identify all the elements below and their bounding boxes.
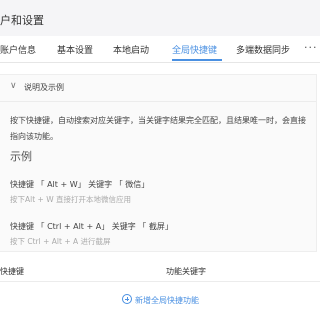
instructions-title: 说明及示例	[24, 83, 64, 92]
instructions-description: 按下快捷键，自动搜索对应关键字，当关键字结果完全匹配，且结果唯一时，会直接指向该…	[10, 116, 306, 141]
window-title: 户和设置	[0, 14, 44, 27]
example-2-subtitle: 按下 Ctrl + Alt + A 进行截屏	[10, 237, 111, 246]
tab-bar: 账户信息 基本设置 本地启动 全局快捷键 多端数据同步 ···	[0, 36, 320, 63]
example-1-subtitle: 按下Alt + W 直接打开本地微信应用	[10, 195, 132, 204]
tab-account-info[interactable]: 账户信息	[0, 43, 36, 56]
more-horizontal-icon[interactable]: ···	[304, 41, 318, 54]
tab-local-startup[interactable]: 本地启动	[113, 43, 149, 56]
tab-global-shortcuts[interactable]: 全局快捷键	[172, 43, 217, 56]
instructions-panel: ∨ 说明及示例 按下快捷键，自动搜索对应关键字，当关键字结果完全匹配，且结果唯一…	[0, 74, 317, 252]
example-2-title: 快捷键 「 Ctrl + Alt + A」 关键字 「 截屏」	[10, 222, 173, 231]
tab-multi-device-sync[interactable]: 多端数据同步	[236, 43, 290, 56]
tab-basic-settings[interactable]: 基本设置	[57, 43, 93, 56]
title-bar: 户和设置	[0, 0, 320, 36]
column-shortcut: 快捷键	[0, 267, 24, 276]
active-tab-indicator	[172, 59, 222, 61]
example-1-title: 快捷键 「 Alt + W」 关键字 「 微信」	[10, 180, 150, 189]
plus-circle-icon	[122, 294, 132, 304]
instructions-collapse-toggle[interactable]: ∨ 说明及示例	[0, 75, 316, 102]
add-global-shortcut-label: 新增全局快捷功能	[135, 296, 199, 305]
chevron-down-icon: ∨	[10, 81, 17, 91]
column-keyword: 功能关键字	[166, 267, 206, 276]
example-heading: 示例	[10, 150, 32, 163]
add-global-shortcut-button[interactable]: 新增全局快捷功能	[122, 294, 199, 308]
shortcuts-table-header: 快捷键 功能关键字	[0, 263, 320, 282]
